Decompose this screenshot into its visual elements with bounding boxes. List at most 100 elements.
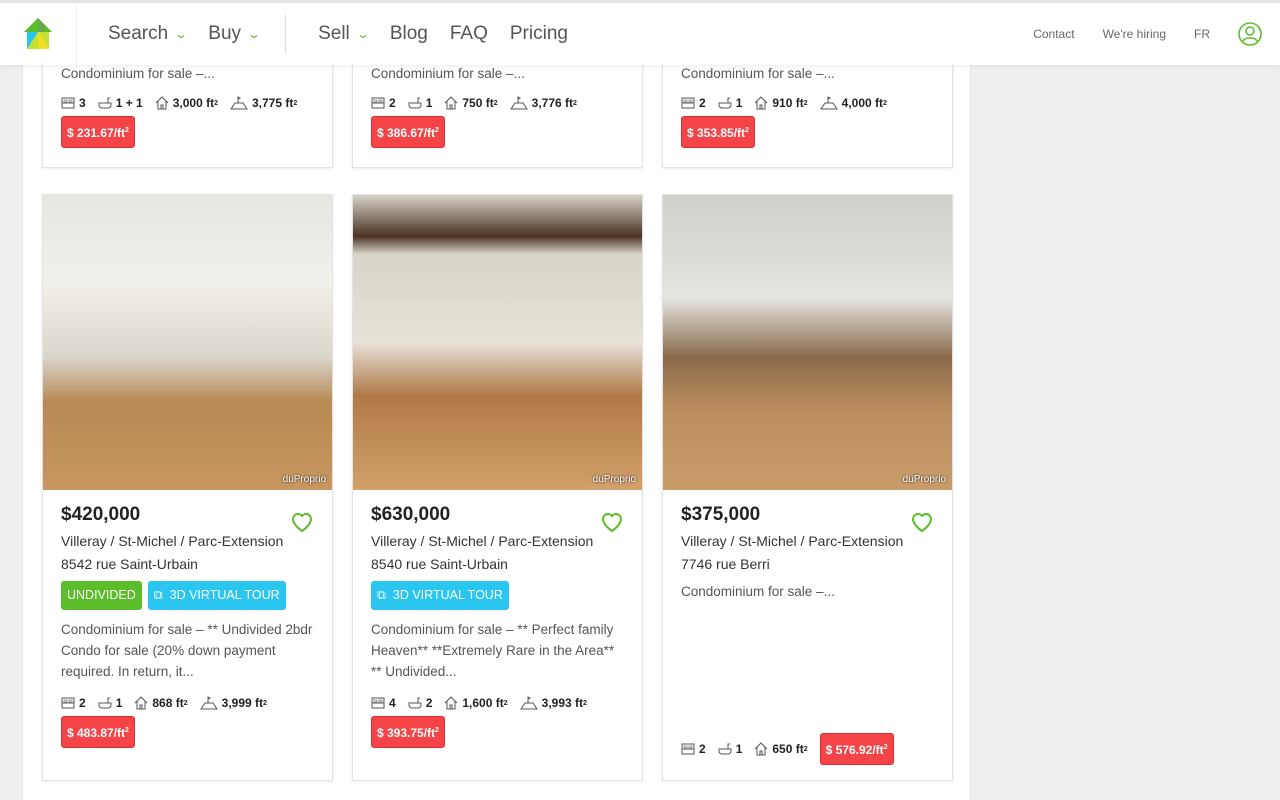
spec-value: 3,776 ft [531, 96, 573, 110]
chevron-down-icon: ⌄ [247, 27, 262, 41]
spec-bed: 4 [371, 696, 396, 710]
contact-link[interactable]: Contact [1033, 27, 1074, 41]
price-per-sqft-badge: $ 576.92/ft2 [819, 733, 894, 765]
price-per-sqft-badge: $ 483.87/ft2 [61, 716, 135, 748]
spec-value: 2 [389, 96, 396, 110]
bed-icon [371, 697, 385, 709]
favorite-heart-icon[interactable] [290, 510, 314, 534]
house-area-icon [755, 96, 768, 110]
spec-value: 1 [115, 696, 123, 710]
listing-photo[interactable]: duProprio [43, 195, 332, 490]
spec-bed: 2 [371, 96, 396, 110]
listing-price: $375,000 [681, 504, 761, 525]
nav-label: Search [108, 23, 169, 44]
virtual-tour-badge[interactable]: ⧉ 3D VIRTUAL TOUR [371, 581, 509, 610]
listing-area: Villeray / St-Michel / Parc-Extension [371, 533, 594, 549]
bed-icon [61, 97, 75, 109]
lot-size-icon [199, 696, 218, 710]
bed-icon [681, 743, 695, 755]
squared: 2 [583, 699, 587, 707]
spec-house: 750 ft 2 [444, 96, 498, 110]
price-per-sqft-badge: $ 231.67/ft2 [61, 116, 135, 148]
squared: 2 [183, 699, 188, 707]
favorite-heart-icon[interactable] [910, 510, 934, 534]
nav-sell[interactable]: Sell ⌄ [318, 23, 370, 45]
spec-house: 1,600 ft 2 [444, 696, 508, 710]
squared: 2 [293, 99, 298, 107]
spec-value: 3,775 ft [251, 96, 294, 110]
listing-description: Condominium for sale –... [681, 584, 835, 599]
spec-bath: 1 [718, 96, 743, 110]
spec-lot: 3,999 ft 2 [199, 696, 267, 710]
squared: 2 [503, 699, 508, 707]
squared: 2 [803, 745, 808, 753]
listing-description: Condominium for sale –... [681, 66, 835, 81]
squared: 2 [214, 99, 218, 107]
listing-area: Villeray / St-Michel / Parc-Extension [681, 533, 904, 549]
bath-icon [98, 97, 112, 109]
listing-card[interactable]: duProprio $420,000 Villeray / St-Michel … [42, 194, 333, 781]
listing-description: Condominium for sale – ** Undivided 2bdr… [61, 622, 313, 679]
nav-blog[interactable]: Blog [390, 23, 428, 45]
listing-photo[interactable]: duProprio [663, 195, 952, 490]
main-nav: Search ⌄ Buy ⌄ Sell ⌄ Blog FAQ Pricing [108, 14, 590, 54]
logo[interactable] [0, 3, 77, 65]
listing-price: $630,000 [371, 504, 451, 525]
spec-value: 3 [79, 96, 86, 110]
house-area-icon [445, 96, 458, 110]
spec-bed: 3 [61, 96, 86, 110]
spec-bed: 2 [681, 742, 706, 756]
spec-bath: 1 [408, 96, 433, 110]
nav-faq[interactable]: FAQ [450, 23, 488, 45]
nav-search[interactable]: Search ⌄ [108, 23, 188, 45]
spec-lot: 3,993 ft 2 [519, 696, 587, 710]
spec-house: 3,000 ft 2 [155, 96, 218, 110]
listing-card[interactable]: duProprio $630,000 Villeray / St-Michel … [352, 194, 643, 781]
nav-buy[interactable]: Buy ⌄ [208, 23, 262, 45]
lot-size-icon [230, 96, 248, 110]
lot-size-icon [509, 96, 528, 110]
spec-value: 1 [735, 742, 743, 756]
listing-description: Condominium for sale –... [371, 66, 525, 81]
spec-value: 1 [425, 96, 433, 110]
spec-bath: 1 [718, 742, 743, 756]
listing-address: 7746 rue Berri [681, 556, 770, 572]
listing-card[interactable]: duProprio $375,000 Villeray / St-Michel … [662, 194, 953, 781]
header-right: Contact We're hiring FR [1033, 19, 1280, 49]
listing-address: 8542 rue Saint-Urbain [61, 556, 198, 572]
nav-pricing[interactable]: Pricing [510, 23, 568, 45]
spec-value: 2 [425, 696, 433, 710]
spec-lot: 4,000 ft 2 [819, 96, 887, 110]
cube-icon: ⧉ [377, 588, 393, 602]
bath-icon [98, 697, 112, 709]
listing-photo[interactable]: duProprio [353, 195, 642, 490]
watermark: duProprio [592, 474, 636, 485]
user-circle-icon[interactable] [1238, 19, 1262, 49]
spec-value: 1,600 ft [462, 696, 504, 710]
bed-icon [681, 97, 695, 109]
bath-icon [718, 743, 732, 755]
chevron-down-icon: ⌄ [355, 27, 370, 41]
spec-value: 1 [735, 96, 743, 110]
spec-bath: 2 [408, 696, 433, 710]
hiring-link[interactable]: We're hiring [1103, 27, 1166, 41]
spec-lot: 3,776 ft 2 [509, 96, 577, 110]
house-area-icon [445, 696, 458, 710]
spec-value: 2 [699, 742, 706, 756]
squared: 2 [573, 99, 577, 107]
virtual-tour-badge[interactable]: ⧉ 3D VIRTUAL TOUR [147, 581, 286, 610]
cube-icon: ⧉ [153, 588, 170, 602]
badges: ⧉ 3D VIRTUAL TOUR [371, 581, 624, 610]
spec-value: 910 ft [772, 96, 804, 110]
listing-description: Condominium for sale – ** Perfect family… [371, 622, 615, 679]
badges: UNDIVIDED ⧉ 3D VIRTUAL TOUR [61, 581, 314, 610]
watermark: duProprio [282, 474, 326, 485]
language-toggle[interactable]: FR [1194, 27, 1210, 41]
house-logo-icon [24, 18, 52, 49]
listing-area: Villeray / St-Michel / Parc-Extension [61, 533, 284, 549]
price-per-sqft-badge: $ 353.85/ft2 [681, 116, 755, 148]
spec-bath: 1 [98, 696, 123, 710]
bath-icon [408, 697, 422, 709]
favorite-heart-icon[interactable] [600, 510, 624, 534]
squared: 2 [263, 699, 267, 707]
